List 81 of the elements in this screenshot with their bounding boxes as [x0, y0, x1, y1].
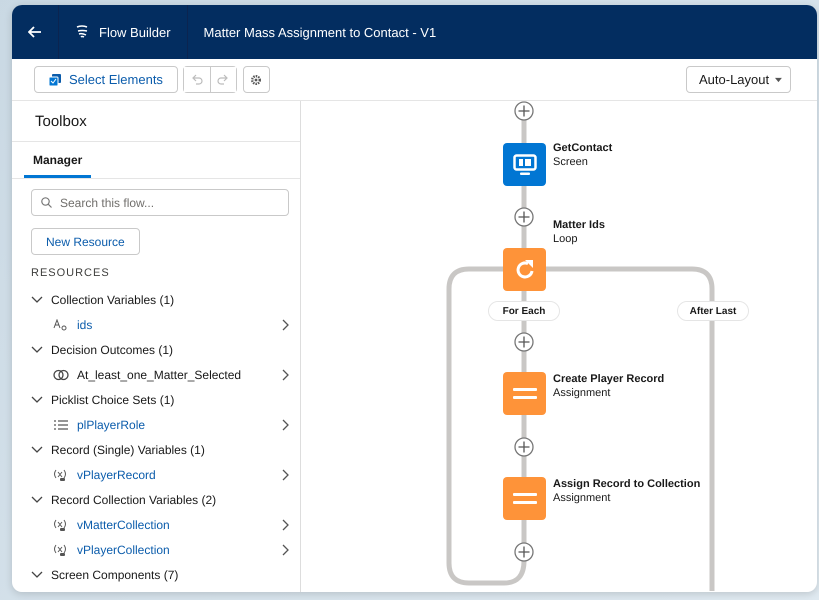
- chevron-down-icon[interactable]: [31, 446, 43, 454]
- chevron-down-icon[interactable]: [31, 496, 43, 504]
- add-element-icon[interactable]: [514, 332, 534, 352]
- resource-group[interactable]: Collection Variables (1): [12, 287, 300, 312]
- settings-button[interactable]: [242, 66, 270, 93]
- section-label: RESOURCES: [31, 267, 111, 279]
- chevron-right-icon[interactable]: [282, 518, 289, 530]
- add-element-icon[interactable]: [514, 542, 534, 562]
- add-element-icon[interactable]: [514, 207, 534, 227]
- select-elements-icon: [49, 74, 61, 86]
- node-title: Matter Ids: [553, 218, 605, 232]
- search-field[interactable]: Search this flow...: [31, 189, 289, 216]
- resource-group[interactable]: Record (Single) Variables (1): [12, 437, 300, 462]
- assignment-node[interactable]: [503, 477, 546, 520]
- undo-icon: [190, 74, 203, 86]
- resource-name: vPlayerCollection: [77, 542, 170, 556]
- chevron-right-icon[interactable]: [282, 368, 289, 380]
- node-type: Assignment: [553, 492, 610, 504]
- screen-node[interactable]: [503, 143, 546, 186]
- variable-icon: [53, 544, 69, 556]
- resource-item[interactable]: At_least_one_Matter_Selected: [12, 362, 300, 387]
- node-type: Loop: [553, 233, 578, 245]
- resource-group[interactable]: Picklist Choice Sets (1): [12, 387, 300, 412]
- list-icon: [53, 418, 69, 430]
- resource-group[interactable]: Record Collection Variables (2): [12, 487, 300, 512]
- flow-title: Matter Mass Assignment to Contact - V1: [204, 24, 436, 40]
- panel-title: Toolbox: [12, 101, 300, 142]
- resource-name: vPlayerRecord: [77, 468, 156, 482]
- chevron-down-icon[interactable]: [31, 346, 43, 354]
- chevron-down-icon[interactable]: [31, 296, 43, 304]
- node-type: Assignment: [553, 387, 610, 399]
- group-label: Picklist Choice Sets (1): [51, 392, 174, 406]
- resource-group[interactable]: Decision Outcomes (1): [12, 337, 300, 362]
- add-element-icon[interactable]: [514, 437, 534, 457]
- group-label: Collection Variables (1): [51, 292, 174, 306]
- chevron-right-icon[interactable]: [282, 318, 289, 330]
- node-title: GetContact: [553, 141, 612, 155]
- resource-item[interactable]: vMatterCollection: [12, 512, 300, 537]
- resource-item[interactable]: vPlayerCollection: [12, 537, 300, 562]
- back-arrow-icon[interactable]: [28, 26, 42, 38]
- chevron-right-icon[interactable]: [282, 468, 289, 480]
- group-label: Decision Outcomes (1): [51, 342, 174, 356]
- group-label: Record (Single) Variables (1): [51, 442, 205, 456]
- branch-label: After Last: [677, 301, 749, 321]
- chevron-down-icon[interactable]: [31, 570, 43, 578]
- equals-icon: [512, 386, 536, 400]
- branch-label: For Each: [488, 301, 560, 321]
- text-type-icon: [53, 318, 69, 330]
- app-name: Flow Builder: [99, 24, 171, 40]
- chevron-right-icon[interactable]: [282, 418, 289, 430]
- chevron-right-icon[interactable]: [282, 544, 289, 556]
- settings-icon: [250, 74, 262, 86]
- assignment-node[interactable]: [503, 372, 546, 415]
- add-element-icon[interactable]: [514, 101, 534, 121]
- layout-dropdown[interactable]: Auto-Layout: [686, 66, 791, 93]
- overlapping-circles-icon: [53, 368, 69, 380]
- equals-icon: [512, 492, 536, 506]
- resource-name: plPlayerRole: [77, 418, 146, 432]
- select-elements-button[interactable]: Select Elements: [34, 66, 178, 93]
- resource-name: ids: [77, 318, 92, 332]
- variable-icon: [53, 468, 69, 480]
- resource-name: At_least_one_Matter_Selected: [77, 368, 242, 382]
- resource-item[interactable]: vPlayerRecord: [12, 462, 300, 487]
- resource-item[interactable]: plPlayerRole: [12, 412, 300, 437]
- manager-tab[interactable]: Manager: [24, 142, 92, 178]
- group-label: Record Collection Variables (2): [51, 492, 216, 506]
- chevron-down-icon[interactable]: [31, 396, 43, 404]
- new-resource-button[interactable]: New Resource: [31, 228, 140, 255]
- resource-item[interactable]: ids: [12, 312, 300, 337]
- flow-icon: [75, 25, 89, 39]
- group-label: Screen Components (7): [51, 568, 178, 582]
- resource-name: vMatterCollection: [77, 518, 170, 532]
- resource-group[interactable]: Screen Components (7): [12, 562, 300, 587]
- caret-icon: [775, 76, 782, 82]
- node-type: Screen: [553, 156, 588, 168]
- variable-icon: [53, 518, 69, 530]
- node-title: Assign Record to Collection: [553, 477, 700, 491]
- node-title: Create Player Record: [553, 372, 664, 386]
- redo-icon: [217, 74, 230, 86]
- monitor-icon: [512, 154, 536, 176]
- loop-node[interactable]: [503, 248, 546, 291]
